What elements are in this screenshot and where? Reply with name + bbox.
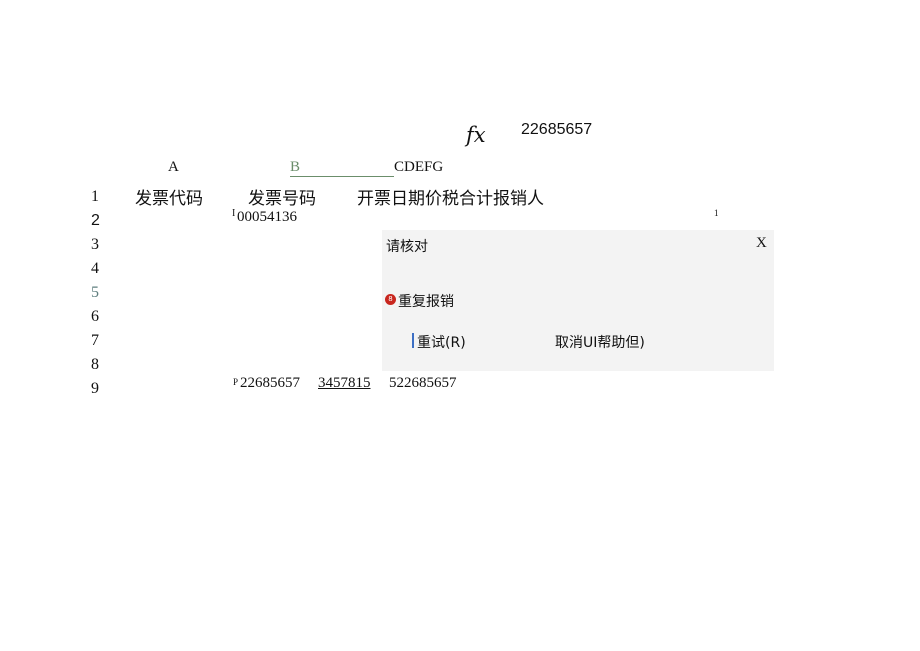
cell-b2-invoice-number[interactable]: 00054136: [237, 209, 297, 226]
error-icon: 8: [385, 294, 396, 305]
row-header-4[interactable]: 4: [91, 260, 99, 278]
cell-c9-value-b[interactable]: 3457815: [318, 375, 371, 392]
cell-c1-header-rest[interactable]: 开票日期价税合计报销人: [357, 184, 544, 209]
focus-caret: [412, 333, 414, 348]
cell-b9-prefix: P: [233, 377, 239, 387]
formula-bar-value[interactable]: 22685657: [521, 121, 592, 139]
column-header-b[interactable]: B: [290, 159, 300, 176]
row-header-6[interactable]: 6: [91, 308, 99, 326]
dialog-title: 请核对: [386, 239, 428, 255]
cell-a1-invoice-code[interactable]: 发票代码: [135, 184, 203, 209]
column-b-underline: [290, 176, 394, 177]
row-header-2[interactable]: 2: [91, 212, 100, 230]
fx-icon: fx: [466, 123, 486, 147]
close-button[interactable]: X: [756, 235, 767, 252]
column-header-a[interactable]: A: [168, 159, 179, 176]
column-headers-c-to-g[interactable]: CDEFG: [394, 159, 443, 176]
cell-b2-prefix: I: [232, 208, 236, 219]
row-header-8[interactable]: 8: [91, 356, 99, 374]
dialog-message: 重复报销: [398, 294, 454, 310]
row-header-9[interactable]: 9: [91, 380, 99, 398]
retry-button[interactable]: 重试(R): [417, 332, 466, 352]
cell-g2-marker: 1: [714, 208, 719, 218]
row-header-3[interactable]: 3: [91, 236, 99, 254]
verify-dialog: 请核对 X 8 重复报销 重试(R) 取消UI帮助但): [382, 230, 774, 371]
cell-b1-invoice-number[interactable]: 发票号码: [248, 184, 316, 209]
cell-b9-value-a[interactable]: 22685657: [240, 375, 300, 392]
cell-d9-value-c[interactable]: 522685657: [389, 375, 457, 392]
row-header-1[interactable]: 1: [91, 188, 99, 206]
row-header-7[interactable]: 7: [91, 332, 99, 350]
row-header-5[interactable]: 5: [91, 284, 99, 302]
cancel-help-button[interactable]: 取消UI帮助但): [555, 332, 645, 352]
